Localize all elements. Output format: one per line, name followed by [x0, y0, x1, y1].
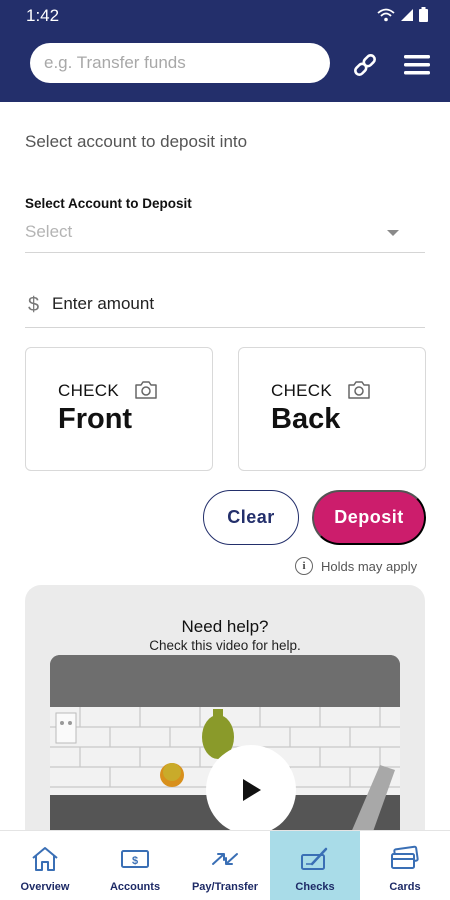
signal-icon [401, 8, 413, 21]
account-select-value: Select [25, 222, 73, 241]
holds-text: Holds may apply [321, 558, 418, 574]
link-icon[interactable] [350, 50, 380, 80]
house-icon [32, 847, 58, 871]
nav-cards[interactable]: Cards [360, 831, 450, 900]
dollar-bill-icon: $ [121, 850, 149, 868]
nav-label: Accounts [109, 881, 161, 893]
nav-label: Cards [389, 881, 421, 893]
camera-icon [135, 381, 157, 399]
help-card: Need help? Check this video for help. [25, 585, 425, 845]
holds-notice[interactable]: i Holds may apply [295, 557, 417, 575]
status-icons [377, 7, 428, 22]
check-pen-icon [301, 847, 328, 870]
section-title: Select account to deposit into [25, 132, 248, 151]
account-select[interactable]: Select [25, 218, 425, 253]
help-video[interactable] [50, 655, 400, 845]
check-back-label: Back [271, 403, 341, 435]
svg-text:$: $ [132, 855, 138, 867]
dropdown-caret-icon [387, 230, 399, 236]
arrows-exchange-icon [212, 853, 238, 865]
check-back-capture[interactable]: CHECK Back [238, 347, 426, 471]
camera-icon [348, 381, 370, 399]
account-select-label: Select Account to Deposit [25, 196, 192, 211]
credit-card-icon [391, 845, 419, 869]
nav-label: Checks [295, 881, 335, 893]
app-header: 1:42 [0, 0, 450, 102]
info-icon[interactable]: i [295, 557, 313, 575]
status-time: 1:42 [26, 6, 60, 25]
check-front-capture[interactable]: CHECK Front [25, 347, 213, 471]
amount-label: Enter amount [52, 294, 155, 313]
battery-icon [419, 7, 428, 22]
nav-label: Pay/Transfer [191, 881, 259, 893]
check-back-small-label: CHECK [271, 381, 333, 400]
help-title: Need help? [181, 617, 269, 636]
nav-pay-transfer[interactable]: Pay/Transfer [180, 831, 270, 900]
play-button[interactable] [206, 745, 296, 835]
hamburger-menu-icon[interactable] [402, 50, 432, 80]
amount-field[interactable]: $ Enter amount [25, 288, 425, 328]
deposit-button[interactable]: Deposit [312, 490, 426, 545]
play-icon [243, 779, 261, 801]
search-bar[interactable] [30, 43, 330, 83]
check-front-small-label: CHECK [58, 381, 120, 400]
search-input[interactable] [30, 43, 330, 83]
check-front-label: Front [58, 403, 133, 435]
wifi-icon [377, 8, 395, 21]
help-subtitle: Check this video for help. [149, 638, 301, 653]
nav-label: Overview [20, 881, 70, 893]
dollar-icon: $ [28, 294, 40, 316]
nav-checks[interactable]: Checks [270, 831, 360, 900]
nav-overview[interactable]: Overview [0, 831, 90, 900]
bottom-navigation: Overview $ Accounts Pay/Transfer Checks … [0, 830, 450, 900]
nav-accounts[interactable]: $ Accounts [90, 831, 180, 900]
clear-button[interactable]: Clear [203, 490, 299, 545]
status-bar: 1:42 [0, 0, 450, 30]
